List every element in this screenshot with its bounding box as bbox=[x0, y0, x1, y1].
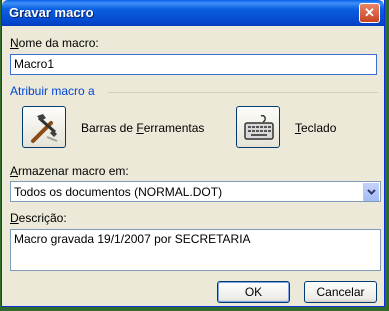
close-icon: ✕ bbox=[364, 5, 375, 20]
toolbars-label: Barras de Ferramentas bbox=[81, 121, 205, 135]
store-macro-select[interactable]: Todos os documentos (NORMAL.DOT) bbox=[10, 181, 381, 202]
description-textarea[interactable]: Macro gravada 19/1/2007 por SECRETARIA bbox=[10, 229, 381, 271]
group-divider bbox=[108, 92, 378, 93]
macro-name-label: Nome da macro: bbox=[10, 36, 99, 50]
ok-button[interactable]: OK bbox=[217, 281, 290, 303]
chevron-down-icon bbox=[367, 189, 376, 195]
description-label: Descrição: bbox=[10, 211, 67, 225]
assign-macro-group-title: Atribuir macro a bbox=[10, 84, 95, 98]
macro-name-value: Macro1 bbox=[14, 57, 55, 71]
macro-name-input[interactable]: Macro1 bbox=[10, 54, 377, 75]
close-button[interactable]: ✕ bbox=[359, 3, 380, 23]
hammer-icon bbox=[31, 114, 58, 143]
store-macro-selected-value: Todos os documentos (NORMAL.DOT) bbox=[14, 185, 223, 199]
record-macro-dialog: Gravar macro ✕ Nome da macro: Macro1 Atr… bbox=[1, 0, 385, 307]
cancel-button[interactable]: Cancelar bbox=[304, 281, 377, 303]
description-value: Macro gravada 19/1/2007 por SECRETARIA bbox=[14, 232, 251, 246]
keyboard-label: Teclado bbox=[295, 121, 337, 135]
keyboard-icon bbox=[244, 114, 274, 140]
title-bar[interactable]: Gravar macro ✕ bbox=[2, 0, 384, 26]
dropdown-arrow-button[interactable] bbox=[363, 183, 379, 201]
store-macro-label: Armazenar macro em: bbox=[10, 164, 129, 178]
keyboard-button[interactable] bbox=[236, 106, 280, 148]
toolbars-button[interactable] bbox=[22, 106, 66, 148]
dialog-title: Gravar macro bbox=[9, 5, 94, 20]
